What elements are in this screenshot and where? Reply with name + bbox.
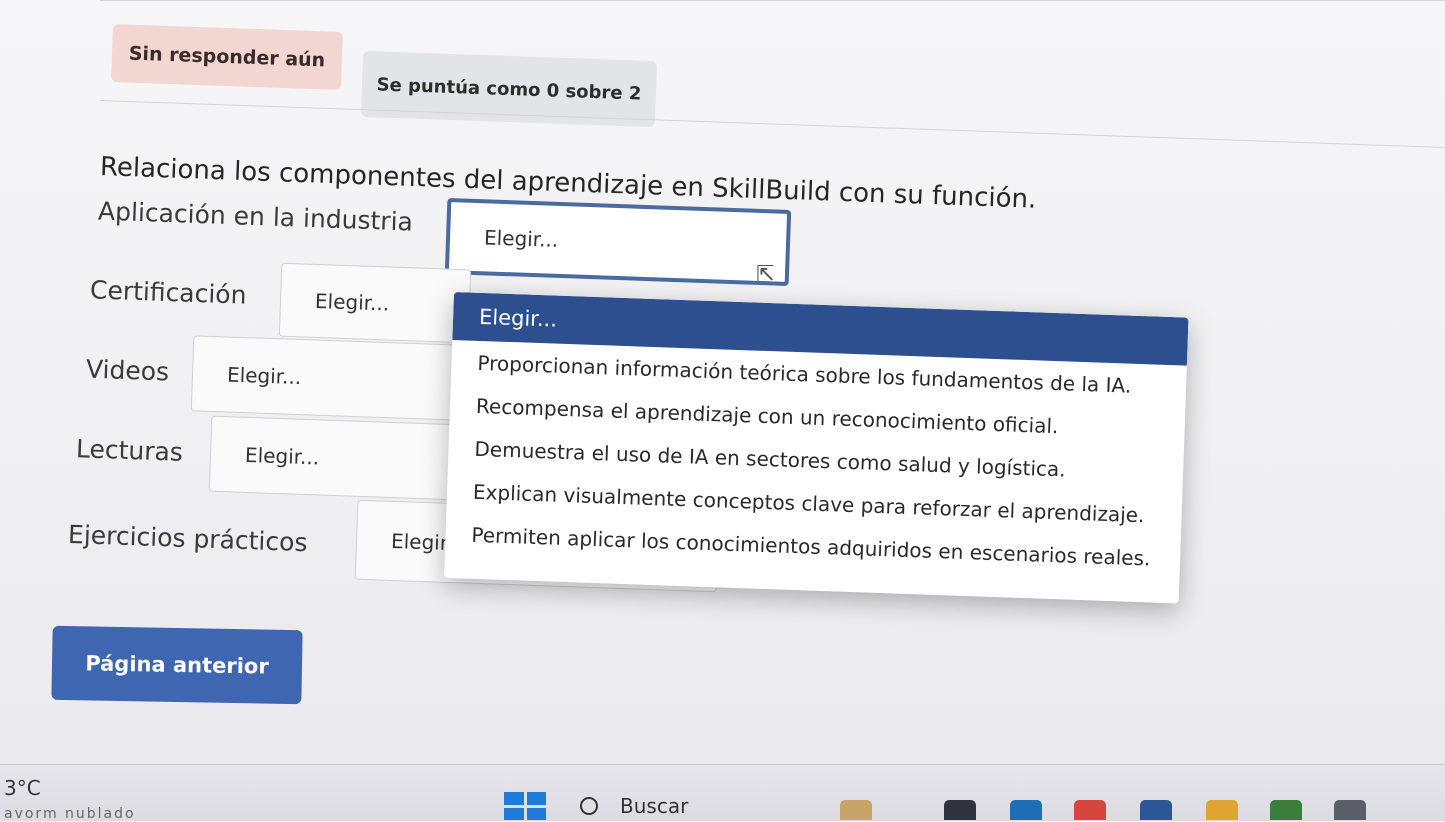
weather-temperature[interactable]: 3°C [4, 776, 41, 800]
row-label-lecturas: Lecturas [75, 434, 184, 467]
taskbar-app-icon[interactable] [1074, 800, 1106, 820]
taskbar-app-icon[interactable] [1140, 800, 1172, 820]
dropdown-list: Elegir... Proporcionan información teóri… [444, 292, 1189, 604]
header-divider [99, 100, 1445, 148]
taskbar-app-icon[interactable] [1010, 800, 1042, 820]
select-value: Elegir... [314, 288, 390, 316]
row-label-ejercicios: Ejercicios prácticos [67, 519, 308, 558]
grade-info: Se puntúa como 0 sobre 2 [360, 50, 658, 128]
status-badge: Sin responder aún [111, 24, 343, 90]
taskbar-app-icon[interactable] [1334, 800, 1366, 820]
select-certificacion[interactable]: Elegir... [278, 262, 472, 344]
top-divider [100, 0, 1445, 1]
row-label-videos: Videos [85, 354, 170, 387]
row-label-certificacion: Certificación [89, 275, 247, 310]
select-videos[interactable]: Elegir... [190, 335, 464, 421]
search-label: Buscar [620, 794, 689, 818]
taskbar-app-icon[interactable] [1206, 800, 1238, 820]
select-lecturas[interactable]: Elegir... [208, 415, 462, 501]
row-label-aplicacion: Aplicación en la industria [97, 196, 414, 237]
taskbar-app-icon[interactable] [944, 800, 976, 820]
select-value: Elegir... [226, 362, 302, 390]
taskbar-app-icon[interactable] [1270, 800, 1302, 820]
windows-start-icon[interactable] [504, 792, 546, 820]
previous-page-button[interactable]: Página anterior [51, 625, 303, 705]
search-icon [580, 797, 598, 815]
select-value: Elegir... [483, 225, 559, 252]
taskbar-app-icon[interactable] [840, 800, 872, 820]
cursor-icon: ⇱ [756, 262, 775, 287]
quiz-page: Sin responder aún Se puntúa como 0 sobre… [0, 0, 1445, 822]
select-aplicacion[interactable]: Elegir... [444, 198, 792, 286]
taskbar-search[interactable]: Buscar [580, 792, 800, 820]
select-value: Elegir... [244, 442, 320, 470]
